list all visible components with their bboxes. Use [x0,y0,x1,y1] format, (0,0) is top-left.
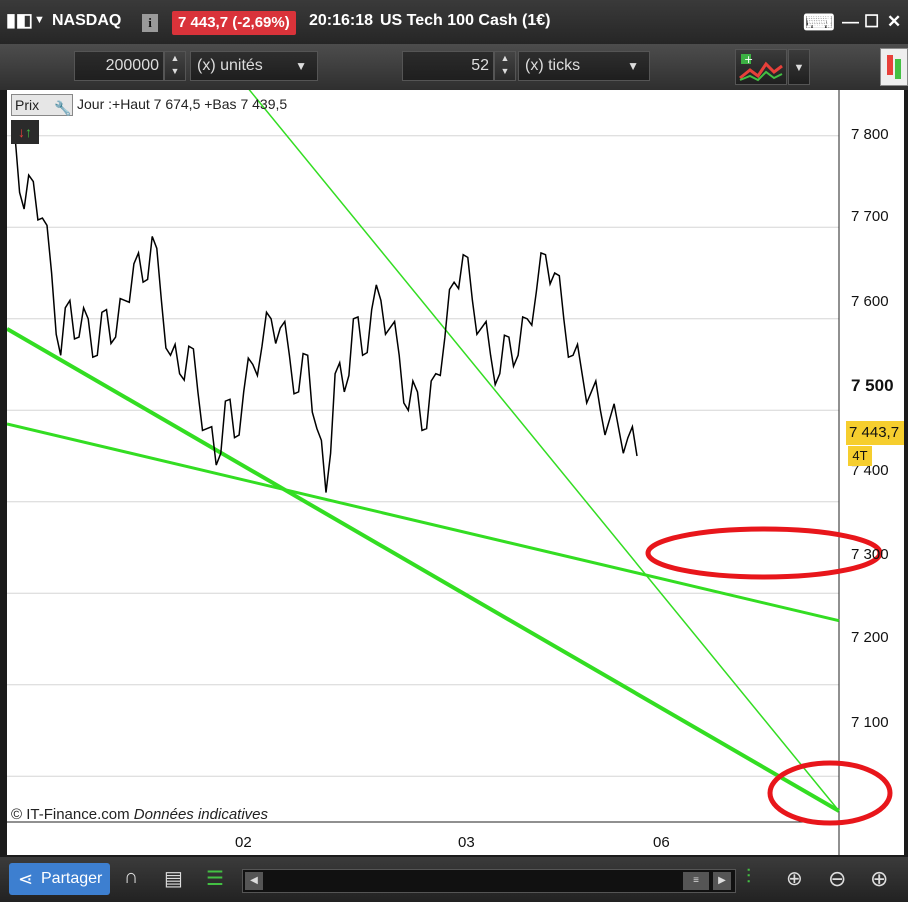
chart-scrollbar[interactable]: ◀ ≡ ▶ [242,869,736,893]
candlestick-icon[interactable]: ⫶ [746,866,751,889]
ticks-unit-select[interactable]: (x) ticks ▼ [518,51,650,81]
maximize-icon[interactable]: ☐ [864,12,879,32]
order-toolbar: 200000 ▲ ▼ (x) unités ▼ 52 ▲ ▼ (x) ticks ▼ +… [0,44,908,90]
scroll-left-icon[interactable]: ◀ [245,872,263,890]
y-tick: 7 200 [851,629,889,646]
y-tick: 7 500 [851,376,894,395]
share-icon: ⋖ [18,869,34,889]
annotation-ellipse [645,526,883,580]
data-source-note: © IT-Finance.com Données indicatives [11,806,269,823]
share-button[interactable]: ⋖ Partager [9,863,110,895]
chart-plot[interactable] [7,90,904,855]
annotation-ellipse [767,760,893,826]
price-mode-button[interactable]: Prix 🔧 [11,94,73,116]
magnet-icon[interactable]: ∩ [124,866,138,889]
quantity-unit-select[interactable]: (x) unités ▼ [190,51,318,81]
ticks-stepper[interactable]: ▲ ▼ [494,51,516,81]
list-icon[interactable]: ▤ [164,866,183,891]
instrument-description: US Tech 100 Cash (1€) [380,12,551,29]
zoom-out-icon[interactable]: ⊖ [828,866,846,892]
keyboard-icon[interactable]: ⌨ [803,10,835,36]
quantity-stepper[interactable]: ▲ ▼ [164,51,186,81]
scroll-handle[interactable]: ≡ [683,872,709,890]
up-down-icon[interactable]: ↓↑ [11,120,39,144]
ticks-input[interactable]: 52 [402,51,494,81]
minimize-icon[interactable]: — [842,12,859,32]
indicator-dropdown[interactable]: ▼ [788,49,810,85]
close-icon[interactable]: ✕ [887,12,901,32]
scroll-right-icon[interactable]: ▶ [713,872,731,890]
window-icon[interactable]: ▮◧ [6,10,33,31]
instrument-name[interactable]: NASDAQ [52,12,121,30]
info-icon[interactable]: i [142,14,158,32]
trendline [7,422,840,623]
side-tool-icon[interactable] [880,48,908,86]
title-bar: ▮◧ ▼ NASDAQ i 7 443,7 (-2,69%) 20:16:18 … [0,0,908,44]
order-book-icon[interactable]: ☰ [206,866,224,891]
last-price-tag: 7 443,7 [846,421,904,445]
timeframe-tag: 4T [848,446,872,466]
svg-text:+: + [744,53,753,66]
trendline [248,90,840,812]
auto-zoom-icon[interactable]: ⊕ [786,866,803,891]
y-tick: 7 600 [851,293,889,310]
clock-time: 20:16:18 [309,12,374,29]
price-chart[interactable]: Prix 🔧 Jour :+Haut 7 674,5 +Bas 7 439,5 ↓… [7,90,904,855]
y-tick: 7 300 [851,546,889,563]
quantity-input[interactable]: 200000 [74,51,164,81]
indicator-icon: + [739,53,783,82]
zoom-in-icon[interactable]: ⊕ [870,866,888,892]
chevron-down-icon: ▼ [627,59,639,73]
bottom-toolbar: ⋖ Partager ∩ ▤ ☰ ◀ ≡ ▶ ⫶ ⊕ ⊖ ⊕ [0,857,908,902]
x-tick: 02 [235,834,252,851]
y-tick: 7 100 [851,714,889,731]
price-change-badge: 7 443,7 (-2,69%) [172,11,296,35]
y-tick: 7 700 [851,208,889,225]
wrench-icon[interactable]: 🔧 [54,98,71,118]
trendline [7,327,841,813]
y-tick: 7 800 [851,126,889,143]
price-line [14,135,638,493]
add-indicator-button[interactable]: + [735,49,787,85]
day-high-low: Jour :+Haut 7 674,5 +Bas 7 439,5 [77,96,288,112]
chevron-down-icon: ▼ [295,59,307,73]
dropdown-icon[interactable]: ▼ [34,14,45,26]
x-tick: 03 [458,834,475,851]
x-tick: 06 [653,834,670,851]
